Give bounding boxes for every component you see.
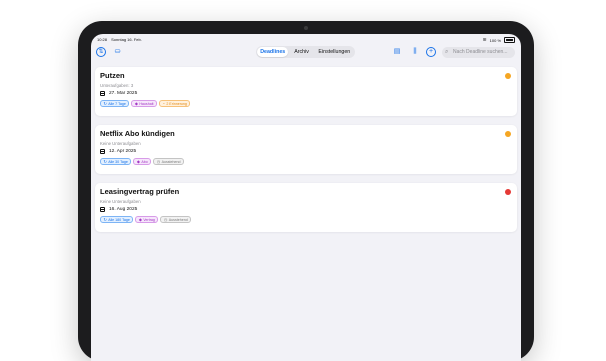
deadline-card[interactable]: Netflix Abo kündigen Keine Unteraufgaben 1… bbox=[95, 125, 517, 174]
search-placeholder: Nach Deadline suchen... bbox=[453, 48, 508, 55]
tag-row: ↻ Alle 180 Tage ◆ Vertrag ◷ Ausstehend bbox=[100, 216, 192, 223]
deadline-date: 12. Apr 2025 bbox=[100, 149, 136, 154]
tag-chip: ◆ Haushalt bbox=[131, 100, 158, 107]
tag-label: Ausstehend bbox=[161, 159, 181, 164]
tab-archiv[interactable]: Archiv bbox=[288, 47, 314, 57]
wifi-icon: ≋ bbox=[482, 37, 487, 43]
repeat-icon: ↻ bbox=[103, 159, 107, 164]
clock-icon: ◷ bbox=[156, 159, 161, 164]
tag-chip: ↻ Alle 30 Tage bbox=[100, 158, 132, 165]
tag-chip: ◷ Ausstehend bbox=[153, 158, 185, 165]
deadline-card[interactable]: Leasingvertrag prüfen Keine Unteraufgaben… bbox=[95, 183, 517, 232]
tag-label: Haushalt bbox=[139, 101, 154, 106]
tag-chip: ◷ Ausstehend bbox=[160, 216, 192, 223]
document-icon[interactable]: ▤ bbox=[392, 47, 402, 57]
bell-icon: ◔ bbox=[162, 101, 165, 106]
tag-label: Alle 30 Tage bbox=[108, 159, 128, 164]
status-bar: 10:28 Sonntag 16. Feb. ≋ 100 % bbox=[97, 37, 515, 43]
toolbar: ⇅ ⛀ Deadlines Archiv Einstellungen ▤ ⫼ +… bbox=[91, 44, 521, 60]
filter-icon[interactable]: ⛀ bbox=[112, 47, 123, 57]
deadline-date-text: 27. Mar 2025 bbox=[109, 91, 138, 96]
tab-einstellungen[interactable]: Einstellungen bbox=[315, 47, 354, 57]
status-date: Sonntag 16. Feb. bbox=[111, 37, 142, 42]
deadline-date: 16. Aug 2025 bbox=[100, 207, 137, 212]
tag-label: Alle 7 Tage bbox=[108, 101, 126, 106]
calendar-icon bbox=[100, 207, 105, 212]
tag-icon: ◆ bbox=[136, 159, 140, 164]
priority-indicator bbox=[505, 73, 511, 79]
tag-row: ↻ Alle 7 Tage ◆ Haushalt ◔ 2 Erinnerung bbox=[100, 100, 191, 107]
front-camera bbox=[304, 26, 308, 30]
deadline-card[interactable]: Putzen Unteraufgaben: 3 27. Mar 2025 ↻ Alle … bbox=[95, 67, 517, 116]
tag-chip: ↻ Alle 7 Tage bbox=[100, 100, 130, 107]
deadline-title: Leasingvertrag prüfen bbox=[100, 187, 180, 196]
battery-percent: 100 % bbox=[489, 37, 501, 43]
tag-label: Alle 180 Tage bbox=[108, 217, 130, 222]
priority-indicator bbox=[505, 131, 511, 137]
tab-segmented-control: Deadlines Archiv Einstellungen bbox=[256, 46, 355, 58]
subtask-info: Keine Unteraufgaben bbox=[100, 141, 141, 146]
subtask-info: Unteraufgaben: 3 bbox=[100, 83, 134, 88]
app-screen: 10:28 Sonntag 16. Feb. ≋ 100 % ⇅ ⛀ Deadl… bbox=[91, 34, 521, 361]
deadline-date-text: 12. Apr 2025 bbox=[109, 149, 137, 154]
deadline-date: 27. Mar 2025 bbox=[100, 91, 137, 96]
tag-chip: ↻ Alle 180 Tage bbox=[100, 216, 134, 223]
tag-icon: ◆ bbox=[138, 217, 142, 222]
calendar-icon bbox=[100, 149, 105, 154]
tag-row: ↻ Alle 30 Tage ◆ Abo ◷ Ausstehend bbox=[100, 158, 185, 165]
search-icon: ⌕ bbox=[445, 48, 449, 55]
tag-label: Abo bbox=[141, 159, 148, 164]
repeat-icon: ↻ bbox=[103, 217, 107, 222]
tag-chip: ◆ Vertrag bbox=[135, 216, 159, 223]
status-time: 10:28 bbox=[97, 37, 108, 42]
tag-label: Vertrag bbox=[143, 217, 155, 222]
tab-deadlines[interactable]: Deadlines bbox=[257, 47, 289, 57]
tag-label: Ausstehend bbox=[168, 217, 188, 222]
stats-icon[interactable]: ⫼ bbox=[409, 47, 421, 57]
subtask-info: Keine Unteraufgaben bbox=[100, 199, 141, 204]
deadline-title: Putzen bbox=[100, 71, 125, 80]
tag-chip: ◔ 2 Erinnerung bbox=[159, 100, 191, 107]
tag-chip: ◆ Abo bbox=[133, 158, 152, 165]
deadline-title: Netflix Abo kündigen bbox=[100, 129, 175, 138]
tag-label: 2 Erinnerung bbox=[166, 101, 187, 106]
ipad-frame: 10:28 Sonntag 16. Feb. ≋ 100 % ⇅ ⛀ Deadl… bbox=[78, 21, 534, 361]
repeat-icon: ↻ bbox=[103, 101, 107, 106]
sort-icon[interactable]: ⇅ bbox=[96, 47, 106, 57]
tag-icon: ◆ bbox=[134, 101, 138, 106]
priority-indicator bbox=[505, 189, 511, 195]
deadline-date-text: 16. Aug 2025 bbox=[109, 207, 138, 212]
battery-icon bbox=[504, 37, 515, 43]
search-field[interactable]: ⌕ Nach Deadline suchen... bbox=[442, 46, 515, 58]
add-icon[interactable]: + bbox=[426, 47, 436, 57]
calendar-icon bbox=[100, 91, 105, 96]
clock-icon: ◷ bbox=[163, 217, 168, 222]
